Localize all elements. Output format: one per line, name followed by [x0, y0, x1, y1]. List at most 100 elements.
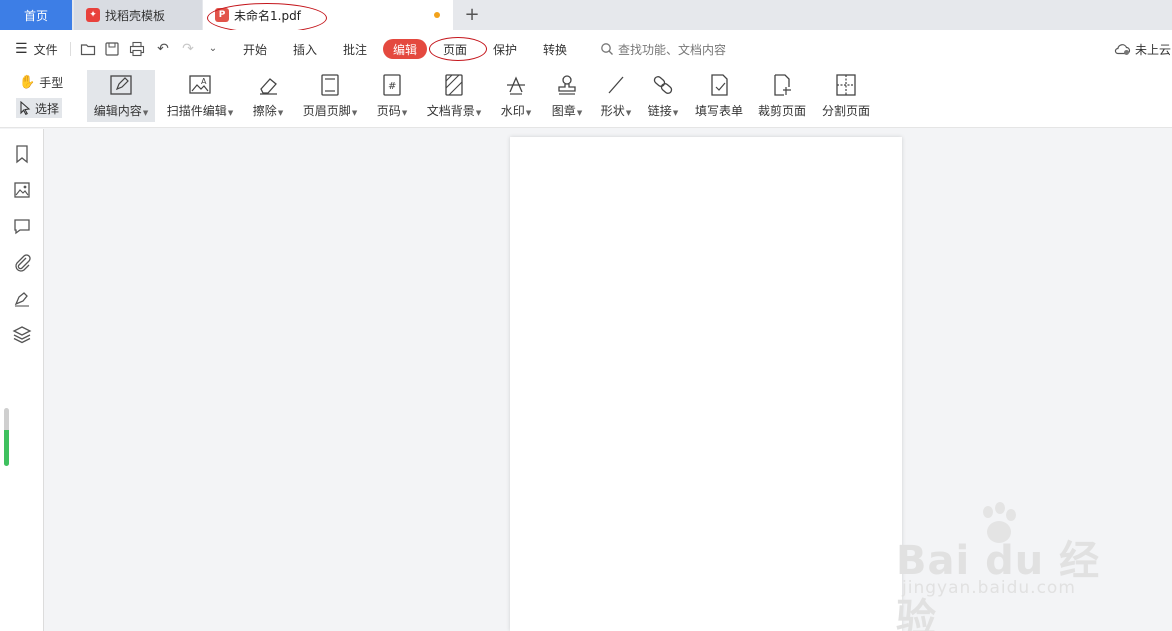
- unsaved-dot-icon: [434, 12, 440, 18]
- baidu-watermark: Bai du 经验 jingyan.baidu.com: [896, 500, 1116, 631]
- tab-document[interactable]: P 未命名1.pdf: [203, 0, 453, 30]
- pdf-page[interactable]: [510, 137, 902, 631]
- chevron-down-icon: ▼: [351, 109, 358, 117]
- tool-doc-background-label: 文档背景: [426, 104, 475, 118]
- chevron-down-icon: ▼: [525, 109, 532, 117]
- search-box[interactable]: 查找功能、文档内容: [600, 30, 726, 68]
- hand-tool-label: 手型: [39, 75, 64, 90]
- search-icon: [601, 43, 613, 55]
- tool-stamp[interactable]: 图章▼: [548, 70, 586, 122]
- print-icon[interactable]: [129, 41, 145, 57]
- watermark-sub-text: jingyan.baidu.com: [902, 578, 1076, 598]
- select-tool-label: 选择: [35, 101, 60, 116]
- tab-document-label: 未命名1.pdf: [234, 8, 301, 23]
- docer-icon: ✦: [86, 8, 100, 22]
- cloud-icon: [1114, 44, 1131, 55]
- header-footer-icon: [317, 72, 343, 98]
- tool-erase[interactable]: 擦除▼: [248, 70, 288, 122]
- tool-page-number[interactable]: # 页码▼: [373, 70, 411, 122]
- tool-fill-form-label: 填写表单: [694, 104, 743, 118]
- svg-text:A: A: [201, 77, 207, 86]
- menu-tab-start[interactable]: 开始: [243, 30, 267, 68]
- tool-edit-content-label: 编辑内容: [93, 104, 142, 118]
- tool-fill-form[interactable]: 填写表单: [694, 70, 744, 122]
- watermark-icon: [503, 72, 529, 98]
- tool-page-number-label: 页码: [376, 104, 401, 118]
- cursor-arrow-icon: [20, 101, 31, 115]
- link-icon: [650, 72, 676, 98]
- menu-bar: ☰ 文件 ↶ ↷ ⌄ 开始 插入 批注 编辑 页面 保护 转换 查找功能、文档内…: [0, 30, 1172, 68]
- signature-icon[interactable]: [11, 287, 33, 309]
- left-sidebar: [0, 129, 44, 631]
- sidebar-scrollbar[interactable]: [4, 408, 9, 466]
- chevron-down-icon: ▼: [277, 109, 284, 117]
- file-menu-label: 文件: [33, 42, 58, 57]
- crop-page-icon: [769, 72, 795, 98]
- undo-icon[interactable]: ↶: [155, 41, 171, 57]
- split-page-icon: [833, 72, 859, 98]
- tool-doc-background[interactable]: 文档背景▼: [424, 70, 484, 122]
- eraser-icon: [255, 72, 281, 98]
- edit-content-icon: [108, 72, 134, 98]
- menu-tab-edit[interactable]: 编辑: [383, 39, 427, 59]
- menu-tab-insert[interactable]: 插入: [293, 30, 317, 68]
- page-number-icon: #: [379, 72, 405, 98]
- scroll-progress-fill: [4, 430, 9, 466]
- chevron-down-icon: ▼: [625, 109, 632, 117]
- hand-tool[interactable]: ✋ 手型: [16, 72, 66, 92]
- tab-home[interactable]: 首页: [0, 0, 72, 30]
- tab-home-label: 首页: [23, 8, 48, 23]
- tool-header-footer[interactable]: 页眉页脚▼: [300, 70, 360, 122]
- menu-tab-protect[interactable]: 保护: [493, 30, 517, 68]
- cloud-status[interactable]: 未上云: [1113, 30, 1171, 68]
- hamburger-icon: ☰: [15, 41, 28, 57]
- menu-tab-comment[interactable]: 批注: [343, 30, 367, 68]
- tool-link-label: 链接: [647, 104, 672, 118]
- chevron-down-icon: ▼: [576, 109, 583, 117]
- select-tool[interactable]: 选择: [16, 98, 63, 118]
- stamp-icon: [554, 72, 580, 98]
- redo-icon[interactable]: ↷: [180, 41, 196, 57]
- chevron-down-icon: ▼: [401, 109, 408, 117]
- layers-icon[interactable]: [11, 323, 33, 345]
- tool-shape[interactable]: 形状▼: [597, 70, 635, 122]
- menu-tab-page[interactable]: 页面: [443, 30, 467, 68]
- open-folder-icon[interactable]: [80, 41, 96, 57]
- tool-crop-page-label: 裁剪页面: [757, 104, 806, 118]
- scan-edit-icon: A: [187, 72, 213, 98]
- search-placeholder: 查找功能、文档内容: [618, 42, 727, 57]
- ribbon-toolbar: ✋ 手型 选择 编辑内容▼ A 扫描件编辑▼ 擦除▼ 页眉页脚▼ # 页码▼ 文…: [0, 68, 1172, 128]
- file-menu[interactable]: ☰ 文件: [15, 30, 58, 68]
- chevron-down-icon: ▼: [227, 109, 234, 117]
- tab-template[interactable]: ✦ 找稻壳模板: [74, 0, 202, 30]
- tool-scan-edit[interactable]: A 扫描件编辑▼: [164, 70, 236, 122]
- svg-text:#: #: [388, 81, 396, 92]
- customize-chevron-down-icon[interactable]: ⌄: [205, 41, 221, 57]
- attachment-icon[interactable]: [11, 251, 33, 273]
- divider: [70, 42, 71, 56]
- shape-icon: [603, 72, 629, 98]
- tool-link[interactable]: 链接▼: [644, 70, 682, 122]
- save-icon[interactable]: [104, 41, 120, 57]
- new-tab-button[interactable]: +: [462, 4, 482, 26]
- chevron-down-icon: ▼: [475, 109, 482, 117]
- chevron-down-icon: ▼: [672, 109, 679, 117]
- menu-tab-convert[interactable]: 转换: [543, 30, 567, 68]
- tool-crop-page[interactable]: 裁剪页面: [757, 70, 807, 122]
- tab-bar: 首页 ✦ 找稻壳模板 P 未命名1.pdf +: [0, 0, 1172, 30]
- tool-split-page-label: 分割页面: [821, 104, 870, 118]
- tool-split-page[interactable]: 分割页面: [821, 70, 871, 122]
- pdf-file-icon: P: [215, 8, 229, 22]
- comment-icon[interactable]: [11, 215, 33, 237]
- tool-scan-edit-label: 扫描件编辑: [166, 104, 227, 118]
- tool-watermark[interactable]: 水印▼: [497, 70, 535, 122]
- background-icon: [441, 72, 467, 98]
- fill-form-icon: [706, 72, 732, 98]
- hand-icon: ✋: [19, 74, 36, 90]
- chevron-down-icon: ▼: [142, 109, 149, 117]
- image-icon[interactable]: [11, 179, 33, 201]
- cloud-status-label: 未上云: [1135, 42, 1172, 57]
- tool-header-footer-label: 页眉页脚: [302, 104, 351, 118]
- tool-edit-content[interactable]: 编辑内容▼: [87, 70, 155, 122]
- bookmark-icon[interactable]: [11, 143, 33, 165]
